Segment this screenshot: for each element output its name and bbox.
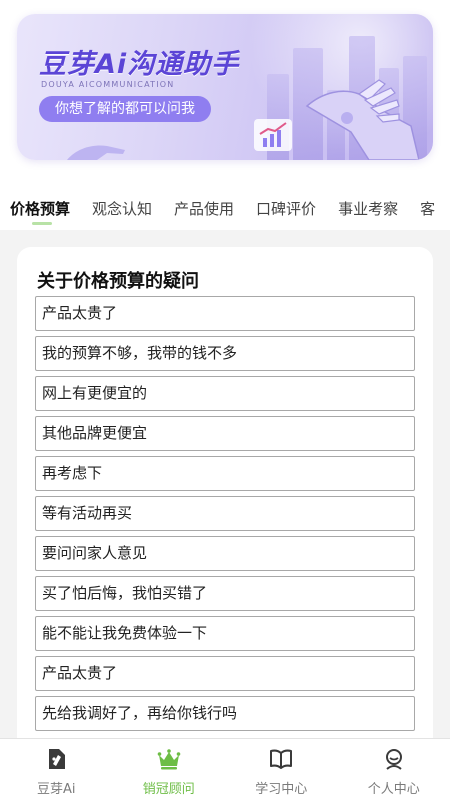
nav-learning-center[interactable]: 学习中心 [225,739,338,800]
banner-area: 豆芽Ai沟通助手 DOUYA AICOMMUNICATION 你想了解的都可以问… [0,0,450,176]
tab-business-inspection[interactable]: 事业考察 [338,186,398,219]
question-card: 关于价格预算的疑问 产品太贵了 我的预算不够，我带的钱不多 网上有更便宜的 其他… [17,247,433,767]
tab-product-usage[interactable]: 产品使用 [174,186,234,219]
section-title: 关于价格预算的疑问 [37,271,199,292]
bottom-nav: 豆芽Ai 销冠顾问 学习中心 个人中心 [0,738,450,800]
banner-title: 豆芽Ai沟通助手 [39,49,240,80]
book-icon [270,749,293,769]
tab-more[interactable]: 客 [420,186,435,219]
question-item[interactable]: 先给我调好了，再给你钱行吗 [35,696,415,731]
question-list: 产品太贵了 我的预算不够，我带的钱不多 网上有更便宜的 其他品牌更便宜 再考虑下… [35,296,415,736]
tab-reputation-review[interactable]: 口碑评价 [256,186,316,219]
question-item[interactable]: 等有活动再买 [35,496,415,531]
robot-hand-icon [305,79,419,160]
category-tabs: 价格预算 观念认知 产品使用 口碑评价 事业考察 客 [0,186,450,230]
banner-prompt-pill[interactable]: 你想了解的都可以问我 [39,96,211,122]
banner-subtitle: DOUYA AICOMMUNICATION [41,80,175,89]
nav-label: 学习中心 [255,782,308,797]
person-icon [385,749,402,770]
nav-label: 豆芽Ai [36,782,76,797]
tab-price-budget[interactable]: 价格预算 [10,186,70,225]
question-item[interactable]: 要问问家人意见 [35,536,415,571]
question-item[interactable]: 产品太贵了 [35,656,415,691]
question-item[interactable]: 再考虑下 [35,456,415,491]
nav-personal-center[interactable]: 个人中心 [338,739,450,800]
chart-icon [254,119,292,151]
tab-concept-cognition[interactable]: 观念认知 [92,186,152,219]
question-item[interactable]: 能不能让我免费体验一下 [35,616,415,651]
nav-sales-advisor[interactable]: 销冠顾问 [113,739,226,800]
question-item[interactable]: 买了怕后悔，我怕买错了 [35,576,415,611]
crown-icon [157,749,181,770]
nav-douya-ai[interactable]: 豆芽Ai [0,739,113,800]
ai-assistant-banner[interactable]: 豆芽Ai沟通助手 DOUYA AICOMMUNICATION 你想了解的都可以问… [17,14,433,160]
question-item[interactable]: 我的预算不够，我带的钱不多 [35,336,415,371]
question-item[interactable]: 网上有更便宜的 [35,376,415,411]
doc-pen-icon [49,749,66,769]
nav-label: 个人中心 [367,782,420,797]
question-item[interactable]: 产品太贵了 [35,296,415,331]
question-item[interactable]: 其他品牌更便宜 [35,416,415,451]
nav-label: 销冠顾问 [142,782,195,797]
human-hand-icon [67,145,125,160]
